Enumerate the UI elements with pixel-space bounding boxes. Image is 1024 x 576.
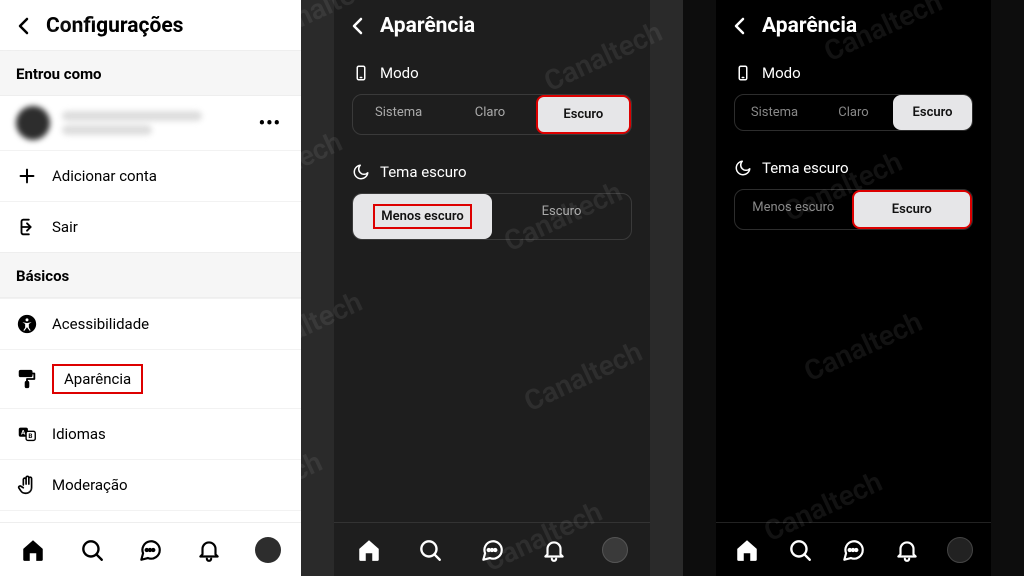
moon-icon [352, 163, 370, 181]
appearance-screen-dark: Aparência Modo Sistema Claro Escuro Tema… [683, 0, 1024, 576]
home-icon[interactable] [734, 537, 760, 563]
header: Configurações [0, 0, 301, 50]
moderation-item[interactable]: Moderação [0, 459, 301, 510]
back-icon[interactable] [728, 14, 752, 38]
mode-section: Modo Sistema Claro Escuro [334, 50, 650, 149]
mode-label: Modo [762, 64, 801, 82]
theme-dark[interactable]: Escuro [492, 194, 631, 239]
moon-icon [734, 159, 752, 177]
mode-label: Modo [380, 64, 419, 82]
mode-light[interactable]: Claro [444, 95, 535, 134]
settings-screen: Configurações Entrou como ••• Adicionar … [0, 0, 301, 576]
profile-tab-avatar[interactable] [602, 537, 628, 563]
chat-icon[interactable] [137, 537, 163, 563]
page-title: Configurações [46, 14, 183, 38]
chat-icon[interactable] [840, 537, 866, 563]
dark-theme-label: Tema escuro [762, 159, 849, 177]
phone-icon [352, 64, 370, 82]
dark-theme-section: Tema escuro Menos escuro Escuro [716, 145, 991, 244]
section-basics-header: Básicos [0, 252, 301, 298]
header: Aparência [716, 0, 991, 50]
svg-text:A: A [21, 428, 26, 436]
sign-out-item[interactable]: Sair [0, 201, 301, 252]
hand-icon [16, 474, 38, 496]
tab-bar [334, 522, 650, 576]
profile-tab-avatar[interactable] [255, 537, 281, 563]
languages-label: Idiomas [52, 425, 106, 443]
search-icon[interactable] [787, 537, 813, 563]
sign-out-label: Sair [52, 218, 78, 236]
mode-segmented: Sistema Claro Escuro [734, 94, 973, 131]
search-icon[interactable] [417, 537, 443, 563]
add-account-item[interactable]: Adicionar conta [0, 150, 301, 201]
dark-theme-segmented: Menos escuro Escuro [352, 193, 632, 240]
mode-dark[interactable]: Escuro [536, 95, 631, 134]
home-icon[interactable] [20, 537, 46, 563]
header: Aparência [334, 0, 650, 50]
profile-name-blurred [62, 107, 243, 139]
chat-icon[interactable] [479, 537, 505, 563]
accessibility-icon [16, 313, 38, 335]
svg-text:B: B [28, 432, 32, 440]
home-icon[interactable] [356, 537, 382, 563]
mode-dark[interactable]: Escuro [893, 95, 972, 130]
page-title: Aparência [762, 14, 857, 38]
bell-icon[interactable] [196, 537, 222, 563]
appearance-item[interactable]: Aparência [0, 349, 301, 408]
mode-section: Modo Sistema Claro Escuro [716, 50, 991, 145]
theme-dim[interactable]: Menos escuro [353, 194, 492, 239]
mode-segmented: Sistema Claro Escuro [352, 94, 632, 135]
accessibility-label: Acessibilidade [52, 315, 149, 333]
tab-bar [0, 522, 301, 576]
accessibility-item[interactable]: Acessibilidade [0, 298, 301, 349]
profile-row[interactable]: ••• [0, 96, 301, 150]
languages-icon: AB [16, 423, 38, 445]
dark-theme-segmented: Menos escuro Escuro [734, 189, 973, 230]
profile-tab-avatar[interactable] [947, 537, 973, 563]
plus-icon [16, 165, 38, 187]
search-icon[interactable] [79, 537, 105, 563]
bell-icon[interactable] [541, 537, 567, 563]
theme-dark[interactable]: Escuro [852, 190, 973, 229]
mode-system[interactable]: Sistema [353, 95, 444, 134]
section-account-header: Entrou como [0, 50, 301, 96]
page-title: Aparência [380, 14, 475, 38]
dark-theme-section: Tema escuro Menos escuro Escuro [334, 149, 650, 254]
languages-item[interactable]: AB Idiomas [0, 408, 301, 459]
theme-dim[interactable]: Menos escuro [735, 190, 852, 229]
moderation-label: Moderação [52, 476, 128, 494]
back-icon[interactable] [346, 14, 370, 38]
add-account-label: Adicionar conta [52, 167, 157, 185]
dark-theme-label: Tema escuro [380, 163, 467, 181]
mode-system[interactable]: Sistema [735, 95, 814, 130]
phone-icon [734, 64, 752, 82]
appearance-screen-dim: Aparência Modo Sistema Claro Escuro Tema… [301, 0, 683, 576]
mode-light[interactable]: Claro [814, 95, 893, 130]
appearance-label: Aparência [52, 364, 143, 394]
paint-roller-icon [16, 368, 38, 390]
tab-bar [716, 522, 991, 576]
bell-icon[interactable] [894, 537, 920, 563]
sign-out-icon [16, 216, 38, 238]
avatar [16, 106, 50, 140]
back-icon[interactable] [12, 14, 36, 38]
more-icon[interactable]: ••• [255, 109, 285, 138]
